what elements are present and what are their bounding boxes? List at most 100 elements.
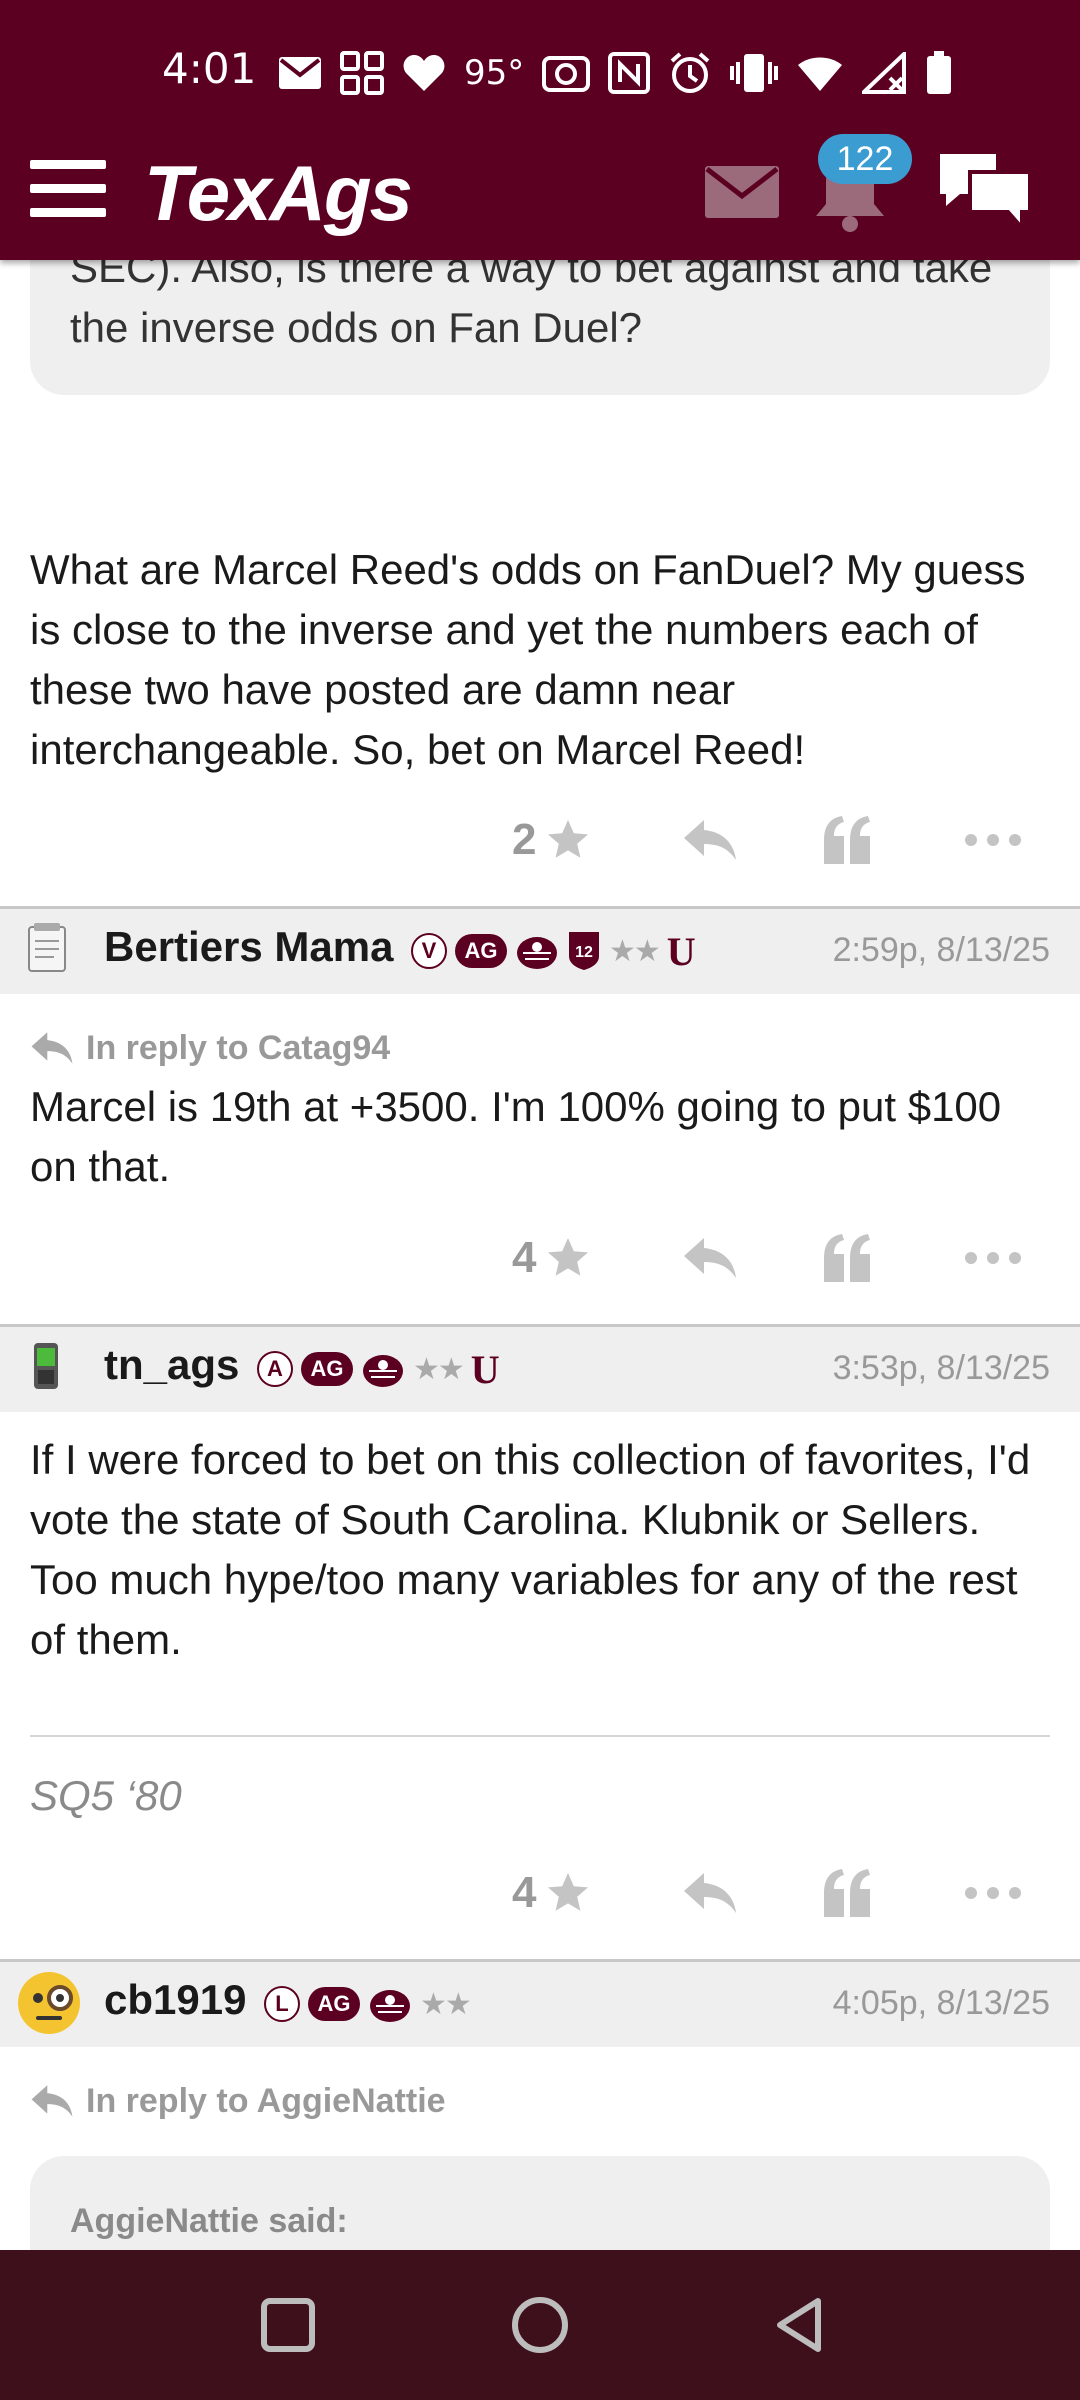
notification-count-badge: 122 <box>818 134 912 184</box>
post-actions: 2 <box>0 805 1080 875</box>
quote-button[interactable] <box>822 1858 872 1928</box>
in-reply-to-link[interactable]: In reply to AggieNattie <box>30 2076 446 2126</box>
star-count: 4 <box>512 1233 537 1282</box>
nav-header: TexAgs 122 <box>0 134 1080 260</box>
badge-a: A <box>257 1351 293 1387</box>
phone-avatar-icon <box>34 1343 58 1389</box>
vibrate-icon <box>730 54 779 92</box>
more-options-button[interactable] <box>964 1858 1022 1928</box>
menu-line <box>30 184 106 193</box>
weather-temperature: 95° <box>464 53 525 93</box>
post-timestamp: 4:05p, 8/13/25 <box>832 1984 1050 2022</box>
badge-u: U <box>666 928 696 974</box>
user-signature: SQ5 ‘80 <box>30 1772 182 1819</box>
star-icon <box>548 1238 589 1276</box>
user-badges: L AG ★★ <box>264 1978 472 2030</box>
quote-icon <box>824 1234 870 1282</box>
chat-icon[interactable] <box>936 150 1034 234</box>
site-logo[interactable]: TexAgs <box>144 148 413 239</box>
helmet-icon <box>517 937 557 969</box>
thread-content: SEC). Also, is there a way to bet agains… <box>0 0 1080 2400</box>
author-name[interactable]: cb1919 <box>104 1976 246 2024</box>
quote-icon <box>824 1869 870 1917</box>
in-reply-to-text: In reply to AggieNattie <box>86 2081 446 2120</box>
author-name[interactable]: tn_ags <box>104 1341 239 1389</box>
post-body: If I were forced to bet on this collecti… <box>30 1436 1031 1663</box>
star-count: 4 <box>512 1868 537 1917</box>
post-actions: 4 <box>0 1858 1080 1928</box>
post-actions: 4 <box>0 1223 1080 1293</box>
rating-stars: ★★ <box>609 934 661 968</box>
status-icons: 95° <box>278 48 952 98</box>
quote-author: AggieNattie said: <box>70 2202 348 2240</box>
badge-ag: AG <box>301 1352 353 1386</box>
battery-icon <box>927 51 952 94</box>
quote-icon <box>824 816 870 864</box>
post-header: cb1919 L AG ★★ 4:05p, 8/13/25 <box>0 1959 1080 2047</box>
svg-text:12: 12 <box>575 944 593 961</box>
avatar[interactable] <box>26 921 76 981</box>
heart-icon <box>403 55 445 91</box>
menu-line <box>30 208 106 217</box>
reply-arrow-icon <box>31 1032 73 1064</box>
grid-app-icon <box>340 51 384 95</box>
recents-icon[interactable] <box>258 2295 318 2355</box>
quote-button[interactable] <box>822 1223 872 1293</box>
badge-u: U <box>470 1346 500 1392</box>
reply-button[interactable] <box>682 805 738 875</box>
post-body: Marcel is 19th at +3500. I'm 100% going … <box>30 1083 1002 1190</box>
reply-icon <box>684 820 736 860</box>
rating-stars: ★★ <box>420 1987 472 2021</box>
reply-icon <box>684 1873 736 1913</box>
rating-stars: ★★ <box>413 1352 465 1386</box>
menu-line <box>30 160 106 169</box>
avatar[interactable] <box>26 1339 76 1399</box>
reply-icon <box>684 1238 736 1278</box>
badge-v: V <box>411 933 447 969</box>
more-icon <box>965 1887 1021 1899</box>
star-count: 2 <box>512 815 537 864</box>
status-bar: 4:01 95° <box>0 38 1080 108</box>
reply-button[interactable] <box>682 1858 738 1928</box>
badge-l: L <box>264 1986 300 2022</box>
badge-ag: AG <box>308 1987 360 2021</box>
star-icon <box>548 1873 589 1911</box>
reply-button[interactable] <box>682 1223 738 1293</box>
alarm-icon <box>670 52 710 93</box>
star-icon <box>548 820 589 858</box>
mail-icon[interactable] <box>705 166 779 218</box>
post-header: tn_ags A AG ★★ U 3:53p, 8/13/25 <box>0 1324 1080 1412</box>
camera-icon <box>542 56 591 92</box>
home-icon[interactable] <box>510 2295 570 2355</box>
back-icon[interactable] <box>770 2295 830 2355</box>
nfc-icon <box>608 52 651 94</box>
notepad-avatar-icon <box>28 923 66 972</box>
star-button[interactable]: 4 <box>512 1223 592 1293</box>
star-button[interactable]: 4 <box>512 1858 592 1928</box>
twelfth-man-shield-icon: 12 <box>569 932 599 970</box>
more-options-button[interactable] <box>964 805 1022 875</box>
post-header: Bertiers Mama V AG 12 ★★ U 2:59p, 8/13/2… <box>0 906 1080 994</box>
signature-divider <box>30 1735 1050 1737</box>
author-name[interactable]: Bertiers Mama <box>104 923 393 971</box>
reply-arrow-icon <box>31 2085 73 2117</box>
signal-icon <box>862 52 907 94</box>
helmet-icon <box>363 1355 403 1387</box>
avatar[interactable] <box>16 1970 82 2036</box>
monocle-emoji-avatar-icon <box>18 1972 80 2034</box>
post-timestamp: 2:59p, 8/13/25 <box>832 931 1050 969</box>
more-icon <box>965 1252 1021 1264</box>
in-reply-to-link[interactable]: In reply to Catag94 <box>30 1023 390 1073</box>
quote-button[interactable] <box>822 805 872 875</box>
gmail-icon <box>279 57 321 89</box>
badge-ag: AG <box>455 934 507 968</box>
post-timestamp: 3:53p, 8/13/25 <box>832 1349 1050 1387</box>
more-options-button[interactable] <box>964 1223 1022 1293</box>
app-header: 4:01 95° TexAgs 122 <box>0 0 1080 260</box>
menu-button[interactable] <box>30 160 106 220</box>
user-badges: V AG 12 ★★ U <box>411 925 696 977</box>
helmet-icon <box>370 1990 410 2022</box>
more-icon <box>965 834 1021 846</box>
star-button[interactable]: 2 <box>512 805 592 875</box>
in-reply-to-text: In reply to Catag94 <box>86 1028 391 1067</box>
